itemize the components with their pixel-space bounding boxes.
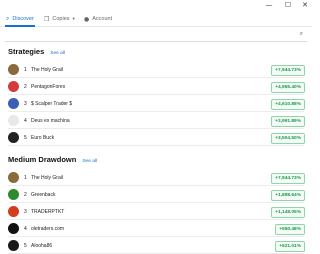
row-divider — [8, 145, 304, 146]
return-badge: +550.48% — [275, 224, 305, 235]
return-badge: +521.01% — [275, 241, 305, 252]
tab-label: Account — [92, 16, 113, 22]
rank-number: 3 — [24, 209, 27, 215]
section-title: Medium Drawdown — [8, 155, 77, 164]
avatar — [8, 206, 19, 217]
return-badge: +7,944.73% — [271, 173, 305, 184]
tab-label: Discover — [12, 16, 34, 22]
rank-number: 1 — [24, 175, 27, 181]
section-title: Strategies — [8, 47, 45, 56]
list-item[interactable]: 1 The Holy Grail +7,944.73% — [0, 172, 312, 186]
strategy-name: The Holy Grail — [31, 175, 63, 181]
row-divider — [8, 185, 304, 186]
avatar — [8, 81, 19, 92]
strategy-name: TRADERPTKT — [31, 209, 65, 215]
row-divider — [8, 202, 304, 203]
strategy-name: The Holy Grail — [31, 67, 63, 73]
row-divider — [8, 111, 304, 112]
strategy-name: oletraders.com — [31, 226, 65, 232]
rank-number: 5 — [24, 135, 27, 141]
search-icon: ⌕ — [6, 15, 10, 22]
return-badge: +1,148.05% — [271, 207, 305, 218]
chevron-down-icon: ▾ — [72, 16, 75, 22]
row-divider — [8, 94, 304, 95]
nav-bar: ⌕ Discover ❐ Copies ▾ ● Account — [0, 12, 312, 27]
avatar — [8, 240, 19, 251]
row-divider — [8, 219, 304, 220]
strategy-name: Greenback — [31, 192, 56, 198]
medium-drawdown-header: Medium Drawdown See all — [8, 155, 97, 167]
title-bar: — ☐ ✕ — [0, 0, 312, 10]
see-all-link[interactable]: See all — [50, 51, 65, 56]
tab-account[interactable]: ● Account — [84, 12, 112, 26]
strategy-name: $ Scalper Trader $ — [31, 101, 73, 107]
avatar — [8, 223, 19, 234]
rank-number: 1 — [24, 67, 27, 73]
strategy-name: PentagonForex — [31, 84, 66, 90]
list-item[interactable]: 2 Greenback +1,898.64% — [0, 189, 312, 203]
see-all-link[interactable]: See all — [82, 159, 97, 164]
list-item[interactable]: 4 Deus ex machina +3,991.89% — [0, 115, 312, 129]
return-badge: +3,991.89% — [271, 116, 305, 127]
list-item[interactable]: 5 Alooha86 +521.01% — [0, 240, 312, 254]
strategies-header: Strategies See all — [8, 47, 65, 59]
avatar — [8, 132, 19, 143]
list-item[interactable]: 2 PentagonForex +4,965.40% — [0, 81, 312, 95]
row-divider — [8, 128, 304, 129]
row-divider — [8, 77, 304, 78]
search-input[interactable]: ⌕ — [5, 29, 307, 42]
strategy-name: Deus ex machina — [31, 118, 70, 124]
list-item[interactable]: 3 TRADERPTKT +1,148.05% — [0, 206, 312, 220]
tab-discover[interactable]: ⌕ Discover — [6, 12, 34, 26]
person-icon: ● — [84, 15, 90, 23]
copies-icon: ❐ — [44, 15, 50, 23]
row-divider — [8, 236, 304, 237]
rank-number: 4 — [24, 118, 27, 124]
rank-number: 3 — [24, 101, 27, 107]
strategy-name: Euro Buck — [31, 135, 55, 141]
return-badge: +1,898.64% — [271, 190, 305, 201]
tab-copies[interactable]: ❐ Copies ▾ — [44, 12, 75, 26]
minimize-button[interactable]: — — [260, 0, 278, 10]
return-badge: +3,504.50% — [271, 133, 305, 144]
return-badge: +4,965.40% — [271, 82, 305, 93]
rank-number: 4 — [24, 226, 27, 232]
list-item[interactable]: 5 Euro Buck +3,504.50% — [0, 132, 312, 146]
list-item[interactable]: 1 The Holy Grail +7,944.73% — [0, 64, 312, 78]
avatar — [8, 172, 19, 183]
maximize-button[interactable]: ☐ — [279, 0, 297, 10]
list-item[interactable]: 4 oletraders.com +550.48% — [0, 223, 312, 237]
avatar — [8, 64, 19, 75]
list-item[interactable]: 3 $ Scalper Trader $ +4,610.88% — [0, 98, 312, 112]
rank-number: 5 — [24, 243, 27, 249]
search-icon[interactable]: ⌕ — [300, 30, 303, 38]
avatar — [8, 115, 19, 126]
avatar — [8, 189, 19, 200]
rank-number: 2 — [24, 84, 27, 90]
rank-number: 2 — [24, 192, 27, 198]
avatar — [8, 98, 19, 109]
close-button[interactable]: ✕ — [296, 0, 314, 10]
return-badge: +4,610.88% — [271, 99, 305, 110]
tab-label: Copies — [52, 16, 70, 22]
strategy-name: Alooha86 — [31, 243, 53, 249]
return-badge: +7,944.73% — [271, 65, 305, 76]
active-tab-indicator — [5, 25, 35, 27]
